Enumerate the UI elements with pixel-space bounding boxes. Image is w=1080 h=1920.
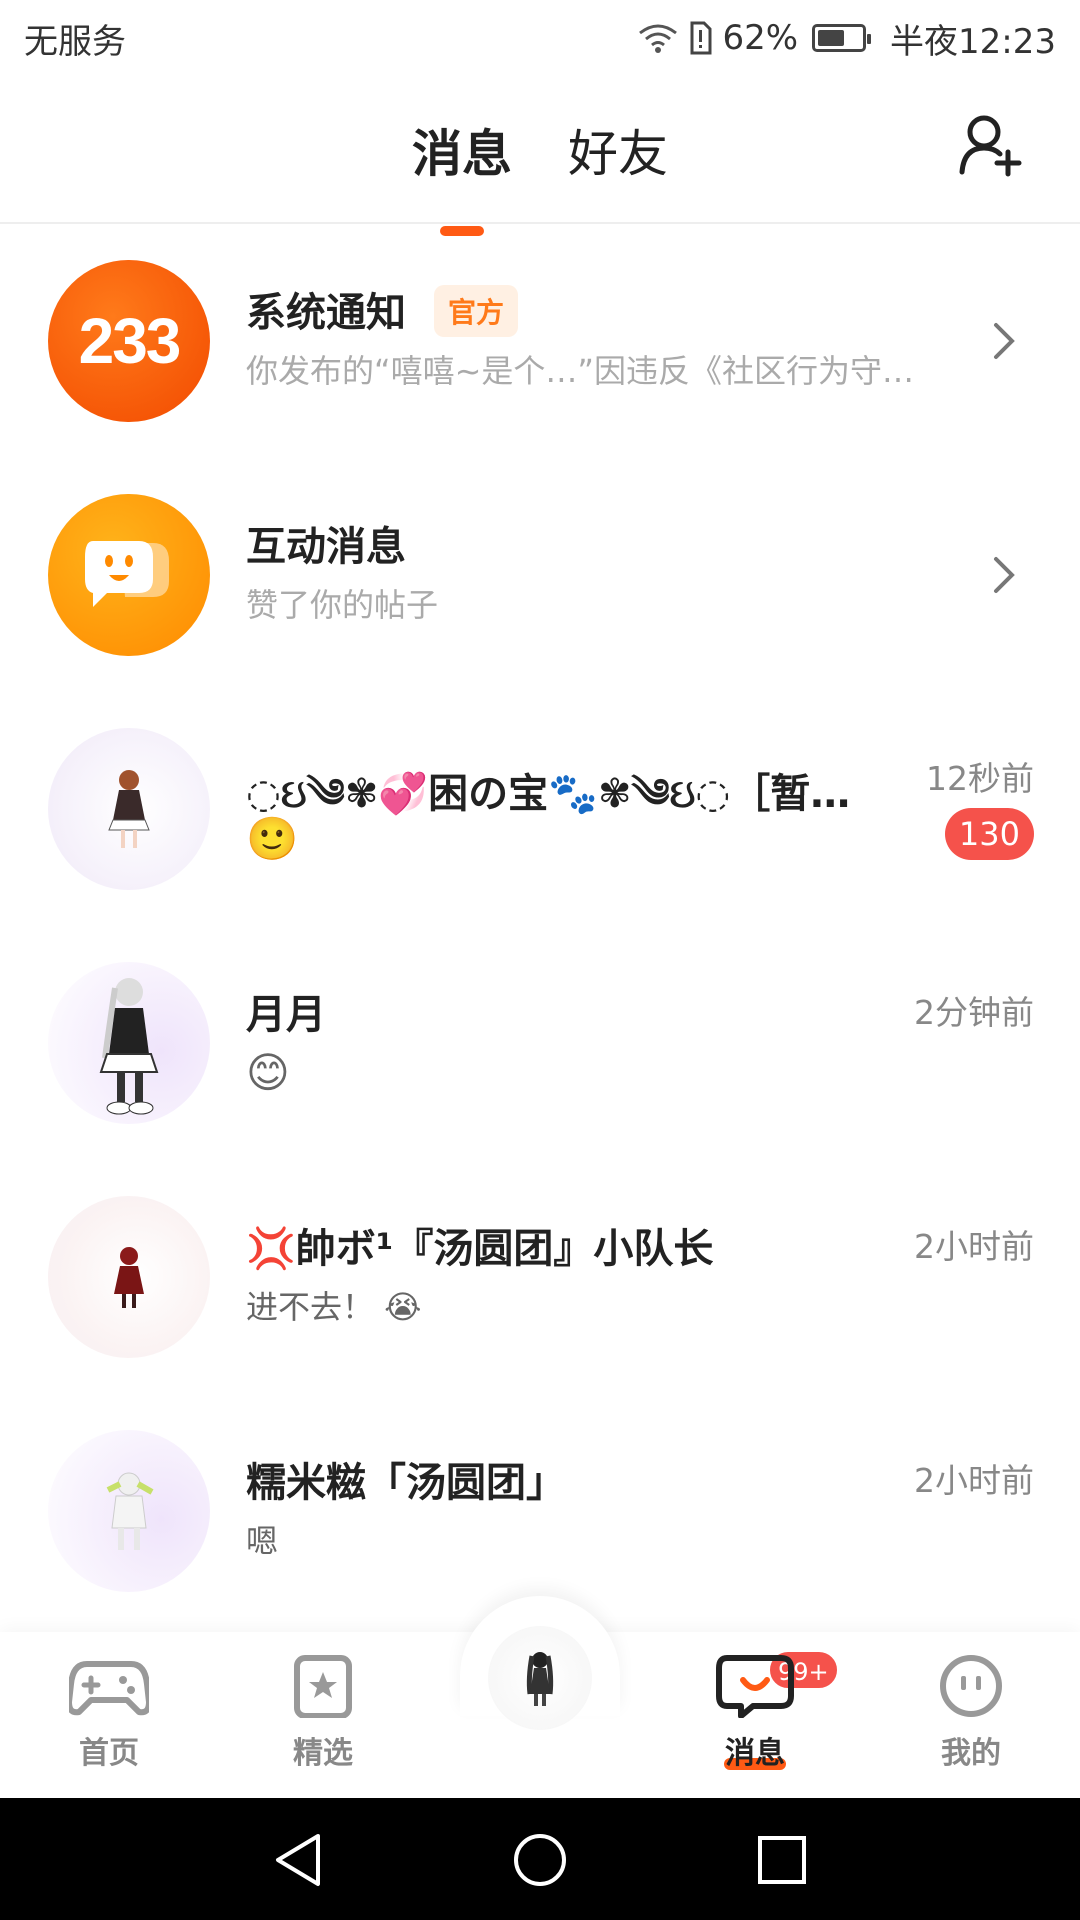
nav-home[interactable]: 首页 [34,1654,184,1772]
bottom-navigation: 首页 精选 99+ 消息 我的 [0,1596,1080,1798]
conversation-list: 233 系统通知 官方 你发布的“嘻嘻~是个…”因违反《社区行为守… 互动消息 赞… [0,224,1080,1628]
conversation-title: 系统通知 官方 [246,280,519,341]
conversation-preview: 😊 [246,1048,290,1097]
nav-messages[interactable]: 99+ 消息 [680,1650,839,1772]
avatar[interactable] [48,728,210,890]
conversation-title: 💢帥ボ¹『汤圆团』小队长 [246,1226,714,1272]
conversation-chat[interactable]: 月月 😊 2分钟前 [0,926,1080,1160]
conversation-preview: 你发布的“嘻嘻~是个…”因违反《社区行为守… [246,352,914,390]
system-navigation-bar [0,1798,1080,1920]
nav-me-label: 我的 [941,1736,1001,1771]
conversation-time: 2小时前 [914,1227,1034,1266]
face-icon [940,1655,1002,1717]
chat-icon [716,1655,794,1718]
conversation-chat[interactable]: 糯米糍「汤圆团」 嗯 2小时前 [0,1394,1080,1628]
avatar[interactable] [48,962,210,1124]
tab-friends-label: 好友 [568,125,668,183]
conversation-interactions[interactable]: 互动消息 赞了你的帖子 [0,458,1080,692]
add-user-icon[interactable] [958,112,1024,178]
avatar-icon [526,1652,554,1706]
conversation-body: 互动消息 赞了你的帖子 [246,458,1034,692]
tab-messages-label: 消息 [412,125,512,183]
conversation-title: 互动消息 [246,524,406,570]
tab-messages[interactable]: 消息 [408,114,516,236]
star-bookmark-icon [294,1655,352,1718]
nav-featured-label: 精选 [293,1736,353,1771]
conversation-preview: 嗯 [246,1522,279,1560]
character-avatar-icon [99,978,159,1115]
conversation-body: 月月 😊 2分钟前 [246,926,1034,1160]
tab-friends[interactable]: 好友 [564,114,672,186]
character-avatar-icon [108,770,150,848]
conversation-body: ◌ઇ༄✾💞困の宝🐾✾༄ઇ◌［暂… 🙂 12秒前 130 [246,692,1034,926]
chevron-right-icon [994,323,1015,359]
recents-icon[interactable] [754,1832,810,1888]
character-avatar-icon [114,1247,144,1308]
nav-home-label: 首页 [79,1736,139,1771]
conversation-title-text: 系统通知 [246,290,406,336]
nav-center-avatar[interactable] [488,1626,592,1730]
avatar[interactable] [48,1430,210,1592]
conversation-title: 月月 [246,992,326,1038]
battery-percent: 62% [722,18,799,58]
chat-smile-icon [85,541,169,607]
system-avatar-text: 233 [78,305,182,377]
character-avatar-icon [106,1472,154,1550]
conversation-time: 2分钟前 [914,993,1034,1032]
back-icon[interactable] [270,1832,330,1888]
nav-featured[interactable]: 精选 [248,1654,398,1772]
nav-messages-label: 消息 [725,1736,785,1771]
sim-alert-icon [690,21,712,55]
conversation-preview: 🙂 [246,814,299,863]
official-badge: 官方 [434,285,519,337]
chevron-right-icon [994,557,1015,593]
conversation-system-notice[interactable]: 233 系统通知 官方 你发布的“嘻嘻~是个…”因违反《社区行为守… [0,224,1080,458]
conversation-body: 糯米糍「汤圆团」 嗯 2小时前 [246,1394,1034,1628]
conversation-preview: 赞了你的帖子 [246,586,439,624]
conversation-chat[interactable]: 💢帥ボ¹『汤圆团』小队长 进不去！ 😭 2小时前 [0,1160,1080,1394]
interaction-avatar [48,494,210,656]
battery-icon [812,24,872,52]
nav-me[interactable]: 我的 [896,1654,1046,1772]
battery-level [818,30,845,46]
header-tabs: 消息 好友 [0,114,1080,236]
status-time: 半夜12:23 [890,21,1056,62]
conversation-title: 糯米糍「汤圆团」 [246,1460,566,1506]
conversation-title: ◌ઇ༄✾💞困の宝🐾✾༄ઇ◌［暂… [246,771,851,817]
conversation-body: 系统通知 官方 你发布的“嘻嘻~是个…”因违反《社区行为守… [246,224,1034,458]
conversation-time: 12秒前 [926,759,1034,798]
unread-count-badge: 130 [944,808,1034,860]
gamepad-icon [69,1661,149,1716]
carrier-label: 无服务 [24,21,126,62]
conversation-preview: 进不去！ 😭 [246,1288,422,1326]
conversation-time: 2小时前 [914,1461,1034,1500]
conversation-chat[interactable]: ◌ઇ༄✾💞困の宝🐾✾༄ઇ◌［暂… 🙂 12秒前 130 [0,692,1080,926]
top-header: 消息 好友 [0,76,1080,236]
home-icon[interactable] [512,1832,568,1888]
system-avatar: 233 [48,260,210,422]
status-icons: 62% 半夜12:23 [638,14,1056,63]
conversation-body: 💢帥ボ¹『汤圆团』小队长 进不去！ 😭 2小时前 [246,1160,1034,1394]
avatar[interactable] [48,1196,210,1358]
status-bar: 无服务 62% 半夜12:23 [0,0,1080,76]
wifi-icon [639,24,678,53]
